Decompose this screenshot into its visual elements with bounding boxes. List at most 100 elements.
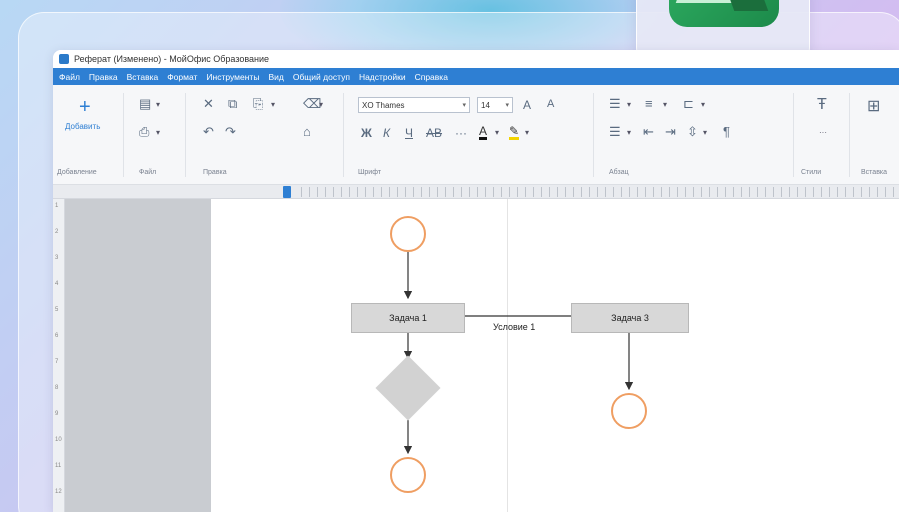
ruler-number: 9 (55, 411, 59, 417)
align-icon[interactable]: ☰ (609, 125, 621, 138)
align-dropdown-icon[interactable]: ▾ (627, 129, 631, 137)
menu-insert[interactable]: Вставка (127, 72, 159, 82)
document-page[interactable]: Задача 1 Условие 1 Задача 3 (211, 199, 899, 512)
font-size-value: 14 (481, 100, 490, 110)
flowchart-start-circle[interactable] (390, 216, 426, 252)
menu-edit[interactable]: Правка (89, 72, 118, 82)
font-name-select[interactable]: XO Thames ▾ (358, 97, 470, 113)
menu-help[interactable]: Справка (415, 72, 448, 82)
group-label-file: Файл (139, 169, 157, 176)
task-3-label: Задача 3 (611, 313, 649, 323)
vertical-ruler: 1 2 3 4 5 6 7 8 9 10 11 12 (53, 199, 65, 512)
editor-window: Реферат (Изменено) - МойОфис Образование… (53, 50, 899, 512)
add-plus-icon[interactable]: + (79, 97, 91, 117)
myoffice-logo-icon (669, 0, 779, 27)
table-icon[interactable]: ⊞ (867, 99, 880, 115)
ribbon-separator (849, 93, 850, 177)
menu-tools[interactable]: Инструменты (206, 72, 259, 82)
save-icon[interactable]: ▤ (139, 97, 151, 110)
ruler-ticks (301, 187, 899, 197)
condition-label: Условие 1 (493, 322, 536, 332)
horizontal-ruler[interactable] (53, 185, 899, 199)
ribbon-toolbar: + Добавить Добавление ▤ ▾ ⎙ ▾ Файл ✕ ⧉ ⎘… (53, 85, 899, 185)
line-spacing-dropdown-icon[interactable]: ▾ (703, 129, 707, 137)
font-size-select[interactable]: 14 ▾ (477, 97, 513, 113)
redo-icon[interactable]: ↷ (225, 125, 236, 138)
page-margin-area (65, 199, 211, 512)
ruler-number: 8 (55, 385, 59, 391)
bullet-list-icon[interactable]: ☰ (609, 97, 621, 110)
copy-icon[interactable]: ⧉ (228, 97, 237, 110)
ruler-number: 5 (55, 307, 59, 313)
group-label-edit: Правка (203, 169, 227, 176)
group-label-font: Шрифт (358, 169, 382, 176)
ribbon-separator (123, 93, 124, 177)
chevron-down-icon: ▾ (505, 102, 509, 109)
print-icon[interactable]: ⎙ (139, 125, 149, 138)
ribbon-separator (343, 93, 344, 177)
save-dropdown-icon[interactable]: ▾ (156, 101, 160, 109)
italic-button[interactable]: К (383, 127, 390, 139)
undo-icon[interactable]: ↶ (203, 125, 214, 138)
flowchart-end-circle-right[interactable] (611, 393, 647, 429)
ruler-number: 2 (55, 229, 59, 235)
add-button-label[interactable]: Добавить (65, 123, 100, 131)
ruler-number: 10 (55, 437, 62, 443)
grow-font-button[interactable]: A (523, 99, 531, 111)
window-title: Реферат (Изменено) - МойОфис Образование (74, 54, 270, 64)
flowchart-connectors (403, 252, 634, 455)
font-name-value: XO Thames (362, 100, 405, 110)
menu-file[interactable]: Файл (59, 72, 80, 82)
print-dropdown-icon[interactable]: ▾ (156, 129, 160, 137)
task-1-label: Задача 1 (389, 313, 427, 323)
multilevel-list-dropdown-icon[interactable]: ▾ (701, 101, 705, 109)
more-format-button[interactable]: ··· (455, 127, 467, 139)
line-spacing-icon[interactable]: ⇳ (687, 125, 698, 138)
multilevel-list-icon[interactable]: ⊏ (683, 97, 694, 110)
increase-indent-icon[interactable]: ⇥ (665, 125, 676, 138)
bullet-list-dropdown-icon[interactable]: ▾ (627, 101, 631, 109)
menu-bar: Файл Правка Вставка Формат Инструменты В… (53, 68, 899, 85)
paste-icon[interactable]: ⎘ (253, 97, 263, 110)
menu-view[interactable]: Вид (268, 72, 283, 82)
ruler-number: 3 (55, 255, 59, 261)
title-bar: Реферат (Изменено) - МойОфис Образование (53, 50, 899, 68)
ruler-number: 1 (55, 203, 59, 209)
font-color-dropdown-icon[interactable]: ▾ (495, 129, 499, 137)
ribbon-separator (593, 93, 594, 177)
menu-format[interactable]: Формат (167, 72, 197, 82)
numbered-list-dropdown-icon[interactable]: ▾ (663, 101, 667, 109)
menu-sharing[interactable]: Общий доступ (293, 72, 350, 82)
decrease-indent-icon[interactable]: ⇤ (643, 125, 654, 138)
group-label-insert2: Вставка (861, 169, 888, 176)
group-label-styles: Стили (801, 169, 822, 176)
highlight-dropdown-icon[interactable]: ▾ (525, 129, 529, 137)
ribbon-separator (793, 93, 794, 177)
document-icon (59, 54, 69, 64)
ruler-number: 11 (55, 463, 62, 469)
bold-button[interactable]: Ж (361, 127, 372, 139)
task-3-box[interactable]: Задача 3 (571, 303, 689, 333)
font-color-icon[interactable]: A (479, 125, 488, 140)
ribbon-separator (185, 93, 186, 177)
ruler-number: 4 (55, 281, 59, 287)
ruler-number: 7 (55, 359, 59, 365)
indent-marker[interactable] (283, 186, 291, 198)
format-painter-icon[interactable]: ⌂ (303, 125, 311, 138)
chevron-down-icon: ▾ (462, 102, 466, 109)
group-label-insert: Добавление (57, 169, 97, 176)
highlight-color-icon[interactable]: ✎ (509, 125, 520, 140)
flowchart-end-circle-bottom[interactable] (390, 457, 426, 493)
styles-icon[interactable]: Ŧ (817, 97, 827, 113)
styles-more-icon[interactable]: ··· (819, 129, 827, 137)
paste-dropdown-icon[interactable]: ▾ (271, 101, 275, 109)
shrink-font-button[interactable]: A (547, 99, 554, 110)
task-1-box[interactable]: Задача 1 (351, 303, 465, 333)
strikethrough-button[interactable]: AB (426, 127, 442, 139)
numbered-list-icon[interactable]: ≡ (645, 97, 653, 110)
clear-format-dropdown-icon[interactable]: ▾ (319, 101, 323, 109)
cut-icon[interactable]: ✕ (203, 97, 214, 110)
underline-button[interactable]: Ч (405, 127, 413, 139)
pilcrow-icon[interactable]: ¶ (723, 125, 730, 138)
menu-addins[interactable]: Надстройки (359, 72, 406, 82)
